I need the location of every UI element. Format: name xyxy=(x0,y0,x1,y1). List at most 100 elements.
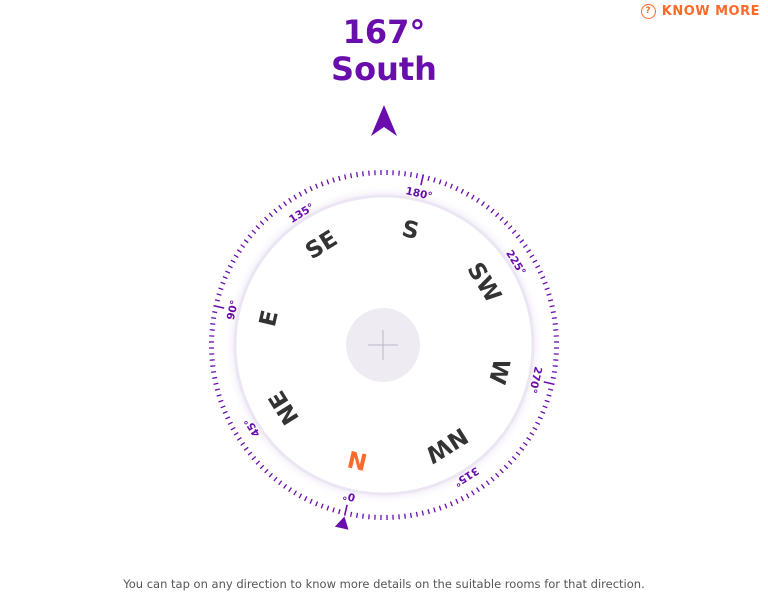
minor-tick xyxy=(227,421,233,426)
minor-tick xyxy=(218,287,224,291)
minor-tick xyxy=(315,183,319,189)
minor-tick xyxy=(485,480,490,486)
minor-tick xyxy=(338,509,341,515)
minor-tick xyxy=(415,173,419,179)
minor-tick xyxy=(220,281,226,285)
minor-tick xyxy=(216,394,222,397)
minor-tick xyxy=(255,225,261,230)
minor-tick xyxy=(449,183,453,189)
minor-tick xyxy=(210,365,216,367)
minor-tick xyxy=(409,512,413,518)
minor-tick xyxy=(507,225,513,230)
minor-tick xyxy=(283,201,288,207)
minor-tick xyxy=(433,177,436,183)
minor-tick xyxy=(544,399,550,403)
footer-note: You can tap on any direction to know mor… xyxy=(123,577,645,591)
minor-tick xyxy=(455,498,459,504)
minor-tick xyxy=(309,186,313,192)
minor-tick xyxy=(522,441,528,446)
minor-tick xyxy=(519,446,525,451)
minor-tick xyxy=(503,464,509,470)
minor-tick xyxy=(542,281,548,285)
minor-tick xyxy=(511,456,517,461)
minor-tick xyxy=(551,370,557,374)
minor-tick xyxy=(495,472,500,478)
minor-tick xyxy=(362,513,364,519)
minor-tick xyxy=(240,244,246,249)
minor-tick xyxy=(338,175,341,181)
minor-tick xyxy=(438,505,442,511)
major-tick xyxy=(213,304,225,309)
minor-tick xyxy=(214,299,220,302)
major-tick xyxy=(420,174,425,186)
minor-tick xyxy=(522,244,528,249)
minor-tick xyxy=(320,181,324,187)
minor-tick xyxy=(315,501,319,507)
minor-tick xyxy=(515,451,521,456)
minor-tick xyxy=(243,239,249,244)
minor-tick xyxy=(552,365,558,367)
minor-tick xyxy=(544,287,550,291)
minor-tick xyxy=(343,174,347,180)
minor-tick xyxy=(230,259,236,264)
minor-tick xyxy=(264,216,269,222)
navigation-arrow-icon xyxy=(371,105,397,136)
minor-tick xyxy=(471,490,475,496)
minor-tick xyxy=(268,472,273,478)
minor-tick xyxy=(268,212,273,218)
minor-tick xyxy=(332,177,335,183)
minor-tick xyxy=(259,220,265,226)
major-tick xyxy=(543,381,555,386)
minor-tick xyxy=(490,208,495,214)
minor-tick xyxy=(298,191,303,197)
minor-tick xyxy=(303,496,308,502)
minor-tick xyxy=(460,188,465,194)
major-tick xyxy=(343,504,348,516)
minor-tick xyxy=(230,426,236,431)
compass-dial[interactable]: 0°45°90°135°180°225°270°315° NNEESE SSWWN… xyxy=(182,145,586,549)
minor-tick xyxy=(264,468,269,474)
minor-tick xyxy=(293,194,297,200)
minor-tick xyxy=(247,234,253,239)
minor-tick xyxy=(548,299,554,302)
minor-tick xyxy=(409,172,413,178)
minor-tick xyxy=(362,171,364,177)
minor-tick xyxy=(273,476,278,482)
minor-tick xyxy=(540,276,546,280)
minor-tick xyxy=(236,249,242,253)
minor-tick xyxy=(273,208,278,214)
minor-tick xyxy=(225,270,231,274)
minor-tick xyxy=(240,441,246,446)
minor-tick xyxy=(251,456,257,461)
minor-tick xyxy=(259,464,265,470)
minor-tick xyxy=(526,437,532,441)
minor-tick xyxy=(216,293,222,296)
minor-tick xyxy=(535,264,541,269)
minor-tick xyxy=(476,197,480,203)
minor-tick xyxy=(444,181,448,187)
minor-tick xyxy=(444,503,448,509)
minor-tick xyxy=(537,416,543,420)
minor-tick xyxy=(549,304,555,308)
minor-tick xyxy=(515,234,521,239)
minor-tick xyxy=(465,191,470,197)
minor-tick xyxy=(476,487,480,493)
minor-tick xyxy=(421,510,425,516)
minor-tick xyxy=(552,323,558,325)
minor-tick xyxy=(427,175,430,181)
minor-tick xyxy=(210,323,216,325)
minor-tick xyxy=(490,476,495,482)
minor-tick xyxy=(427,509,430,515)
heading-direction: South xyxy=(331,50,437,88)
minor-tick xyxy=(211,316,217,320)
minor-tick xyxy=(480,483,485,489)
minor-tick xyxy=(519,239,525,244)
minor-tick xyxy=(537,270,543,274)
minor-tick xyxy=(471,194,475,200)
minor-tick xyxy=(247,451,253,456)
minor-tick xyxy=(355,512,359,518)
minor-tick xyxy=(433,507,436,513)
minor-tick xyxy=(550,376,556,380)
minor-tick xyxy=(349,511,353,517)
minor-tick xyxy=(212,310,218,314)
